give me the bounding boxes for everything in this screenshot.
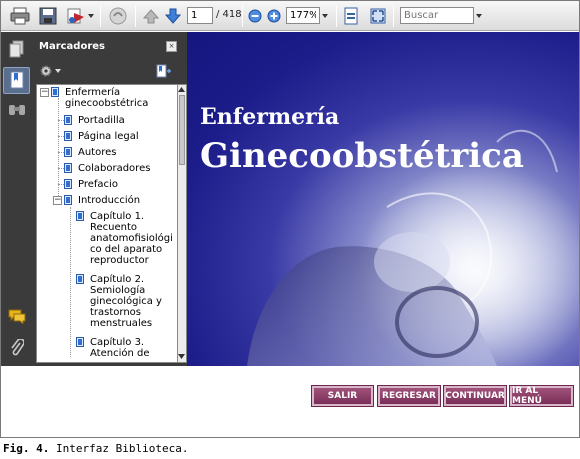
bookmark-capitulo-2[interactable]: Capítulo 2. Semiología ginecológica y tr… — [90, 274, 162, 329]
zoom-in-icon[interactable] — [266, 6, 282, 26]
close-icon[interactable]: × — [166, 41, 177, 52]
bookmark-text: reproductor — [90, 255, 149, 266]
salir-button[interactable]: SALIR — [311, 385, 374, 407]
bookmarks-header: Marcadores × — [32, 32, 187, 60]
pages-icon[interactable] — [7, 39, 27, 59]
scrollbar-thumb[interactable] — [179, 95, 185, 165]
comments-icon[interactable] — [7, 306, 27, 326]
pdf-share-icon[interactable] — [65, 6, 87, 26]
page-down-icon[interactable] — [164, 6, 182, 26]
bookmarks-panel: Marcadores × − Enfermería ginecoobstétri… — [32, 32, 187, 366]
bookmark-text: anatomofisiológi — [90, 233, 173, 244]
collapse-toggle[interactable]: − — [40, 88, 49, 97]
page-up-icon[interactable] — [142, 6, 160, 26]
bookmark-icon — [76, 211, 84, 221]
save-icon[interactable] — [37, 6, 59, 26]
bookmark-icon — [76, 274, 84, 284]
bookmarks-options-bar — [32, 60, 187, 84]
bookmark-root-line2: ginecoobstétrica — [65, 98, 149, 109]
print-icon[interactable] — [9, 6, 31, 26]
bookmark-introduccion[interactable]: Introducción — [78, 195, 140, 206]
page-total: / 418 — [216, 9, 242, 20]
bookmark-portadilla[interactable]: Portadilla — [78, 115, 125, 126]
acrobat-window: / 418 — [0, 0, 580, 438]
fullscreen-icon[interactable] — [369, 6, 387, 26]
document-title: Ginecoobstétrica — [200, 136, 524, 176]
bookmark-icon — [64, 115, 72, 125]
page-number-input[interactable] — [187, 7, 213, 24]
bookmark-root[interactable]: Enfermería ginecoobstétrica — [65, 87, 148, 109]
continuar-button[interactable]: CONTINUAR — [443, 385, 507, 407]
binoculars-icon[interactable] — [7, 99, 27, 119]
new-bookmark-icon[interactable] — [156, 64, 172, 81]
bookmark-text: trastornos — [90, 307, 142, 318]
bookmark-capitulo-3[interactable]: Capítulo 3. Atención de — [90, 337, 150, 359]
bookmark-text: Semiología — [90, 285, 146, 296]
bookmark-icon — [64, 163, 72, 173]
bookmark-icon — [64, 131, 72, 141]
document-view[interactable]: Enfermería Ginecoobstétrica — [187, 32, 579, 366]
attachment-icon[interactable] — [7, 338, 27, 358]
regresar-button[interactable]: REGRESAR — [377, 385, 441, 407]
bookmark-icon — [51, 87, 59, 97]
zoom-out-icon[interactable] — [247, 6, 263, 26]
ir-al-menu-button[interactable]: IR AL MENÚ — [509, 385, 574, 407]
bookmark-text: Recuento — [90, 222, 138, 233]
bookmark-colaboradores[interactable]: Colaboradores — [78, 163, 150, 174]
collapse-toggle[interactable]: − — [53, 196, 62, 205]
cover-illustration — [247, 129, 579, 366]
bookmark-icon — [64, 179, 72, 189]
bookmarks-title: Marcadores — [39, 41, 106, 52]
bookmark-text: Capítulo 3. — [90, 337, 145, 348]
bookmark-icon — [76, 337, 84, 347]
gear-icon[interactable] — [39, 64, 61, 78]
figure-caption: Fig. 4. Interfaz Biblioteca. — [3, 442, 188, 455]
search-dropdown-icon[interactable] — [475, 6, 483, 26]
bookmark-text: Capítulo 2. — [90, 274, 145, 285]
zoom-dropdown-icon[interactable] — [321, 6, 329, 26]
bookmark-prefacio[interactable]: Prefacio — [78, 179, 118, 190]
bookmark-text: Atención de — [90, 348, 150, 359]
bookmark-icon — [64, 195, 72, 205]
bookmark-capitulo-1[interactable]: Capítulo 1. Recuento anatomofisiológi co… — [90, 211, 173, 266]
navigation-pane-strip — [1, 32, 32, 366]
caption-label: Fig. 4. — [3, 442, 50, 455]
bookmark-pagina-legal[interactable]: Página legal — [78, 131, 139, 142]
bookmark-autores[interactable]: Autores — [78, 147, 116, 158]
toolbar: / 418 — [1, 1, 579, 31]
bookmark-text: menstruales — [90, 318, 153, 329]
bookmarks-scrollbar[interactable] — [178, 84, 187, 363]
bookmark-text: ginecológica y — [90, 296, 162, 307]
caption-text: Interfaz Biblioteca. — [55, 442, 189, 455]
bookmarks-tree: − Enfermería ginecoobstétrica Portadilla… — [36, 84, 178, 363]
bookmark-icon — [64, 147, 72, 157]
fit-page-icon[interactable] — [342, 6, 360, 26]
chevron-down-icon[interactable] — [87, 6, 95, 26]
bookmark-text: Capítulo 1. — [90, 211, 145, 222]
document-subtitle: Enfermería — [200, 104, 340, 130]
bookmark-root-line1: Enfermería — [65, 87, 121, 98]
bookmark-text: co del aparato — [90, 244, 163, 255]
bookmarks-icon[interactable] — [7, 70, 27, 90]
zoom-input[interactable] — [286, 7, 320, 24]
hand-icon[interactable] — [107, 6, 129, 26]
search-input[interactable] — [400, 7, 474, 24]
